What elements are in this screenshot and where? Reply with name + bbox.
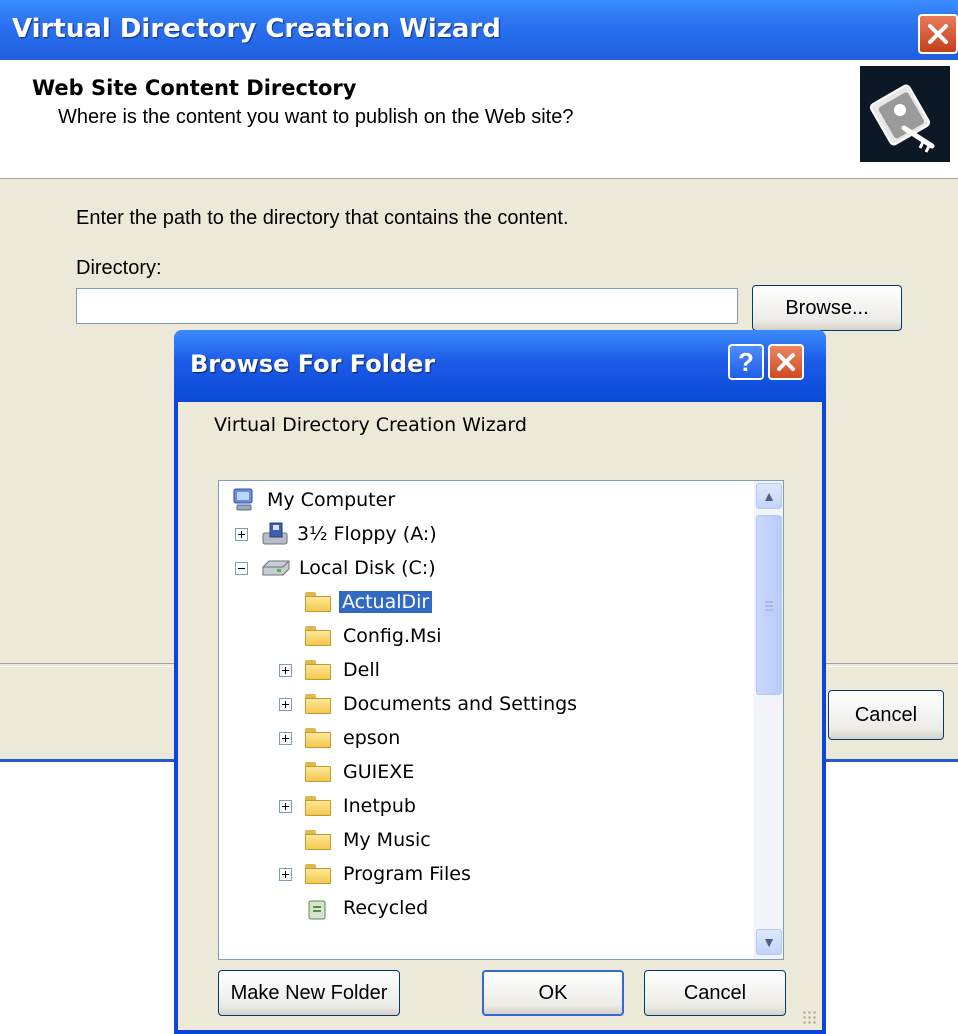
dialog-caption: Virtual Directory Creation Wizard [214,414,527,436]
computer-icon [233,488,253,511]
resize-grip-icon[interactable] [802,1010,818,1026]
scroll-up-icon[interactable]: ▲ [756,483,782,509]
hard-disk-icon [262,560,290,576]
dialog-title: Browse For Folder [190,350,436,378]
tree-item-label: My Computer [267,489,396,511]
scrollbar-thumb[interactable] [756,515,782,695]
tree-item-label: 3½ Floppy (A:) [297,523,437,545]
floppy-drive-icon [262,522,288,545]
dialog-titlebar[interactable]: Browse For Folder ? [174,330,826,402]
tree-item-label: Inetpub [343,795,416,817]
directory-label: Directory: [76,257,162,279]
tree-item-label: Recycled [343,897,429,919]
tree-item-label: Local Disk (C:) [299,557,436,579]
folder-icon [305,830,331,850]
make-new-folder-button[interactable]: Make New Folder [218,970,400,1016]
directory-instruction: Enter the path to the directory that con… [76,207,569,229]
folder-icon [305,694,331,714]
expand-icon[interactable] [235,528,248,541]
close-icon[interactable] [768,344,804,380]
directory-input[interactable] [76,288,738,324]
folder-icon [305,728,331,748]
tree-item-label: Config.Msi [343,625,442,647]
wizard-title: Virtual Directory Creation Wizard [12,14,501,44]
browse-button[interactable]: Browse... [752,285,902,331]
tree-item-label: GUIEXE [343,761,415,783]
tree-item-label: ActualDir [339,591,433,613]
wizard-header: Web Site Content Directory Where is the … [0,60,958,179]
collapse-icon[interactable] [235,562,248,575]
wizard-subheading: Where is the content you want to publish… [58,106,574,128]
book-with-key-icon [860,66,950,162]
cancel-button[interactable]: Cancel [644,970,786,1016]
tree-item-label: Program Files [343,863,471,885]
tree-item-label: Dell [343,659,380,681]
wizard-cancel-button[interactable]: Cancel [828,690,944,740]
expand-icon[interactable] [279,800,292,813]
open-folder-icon [305,592,331,612]
folder-tree[interactable]: My Computer 3½ Floppy (A:) Local Disk (C… [218,480,784,960]
recycle-bin-icon [308,900,326,920]
tree-scrollbar[interactable]: ▲ ▼ [754,481,783,959]
folder-icon [305,762,331,782]
folder-icon [305,864,331,884]
folder-icon [305,796,331,816]
folder-icon [305,626,331,646]
expand-icon[interactable] [279,732,292,745]
expand-icon[interactable] [279,664,292,677]
tree-item-label: Documents and Settings [343,693,578,715]
expand-icon[interactable] [279,698,292,711]
browse-for-folder-dialog: Browse For Folder ? Virtual Directory Cr… [174,330,826,1034]
scroll-down-icon[interactable]: ▼ [756,929,782,955]
tree-item-label: My Music [343,829,431,851]
help-icon[interactable]: ? [728,344,764,380]
folder-icon [305,660,331,680]
close-icon[interactable] [918,14,958,54]
ok-button[interactable]: OK [482,970,624,1016]
tree-item-label: epson [343,727,401,749]
wizard-heading: Web Site Content Directory [32,76,357,100]
expand-icon[interactable] [279,868,292,881]
wizard-titlebar[interactable]: Virtual Directory Creation Wizard [0,0,958,60]
